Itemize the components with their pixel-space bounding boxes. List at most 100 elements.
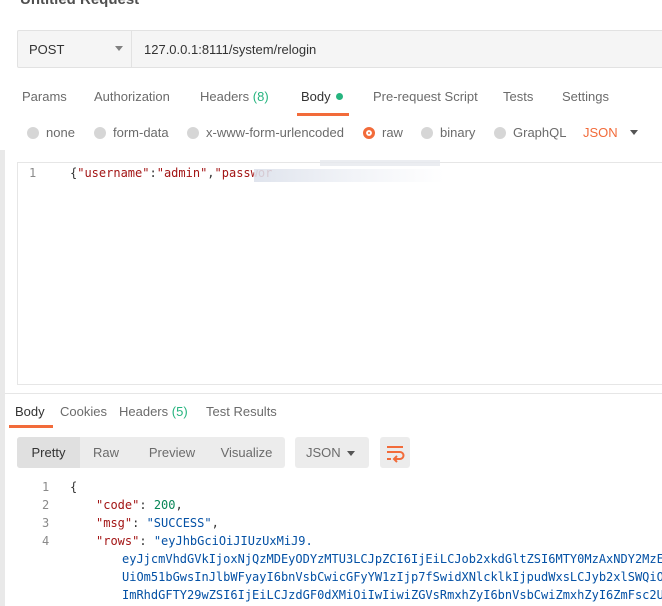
code-token: ImRhdGFTY29wZSI6IjEiLCJzdGF0dXMiOiIwIiwi… xyxy=(122,588,662,602)
chevron-down-icon xyxy=(629,130,638,135)
code-token: { xyxy=(70,480,78,494)
response-line: UiOm51bGwsInJlbWFyayI6bnVsbCwicGFyYW1zIj… xyxy=(122,570,662,584)
radio-circle-icon xyxy=(27,126,39,139)
response-format-select[interactable]: JSON xyxy=(295,437,369,468)
body-format-label: JSON xyxy=(583,125,618,140)
radio-graphql[interactable]: GraphQL xyxy=(494,125,566,140)
response-line: "code": 200, xyxy=(96,498,183,512)
tab-label: Cookies xyxy=(60,404,107,419)
code-token: 200 xyxy=(153,498,176,512)
radio-label: none xyxy=(46,125,75,140)
radio-circle-icon xyxy=(94,126,106,139)
code-token: : xyxy=(149,166,157,180)
tab-headers[interactable]: Headers (8) xyxy=(200,86,269,116)
tab-label: Body xyxy=(15,404,45,419)
format-label: JSON xyxy=(306,445,341,460)
radio-circle-icon xyxy=(494,126,506,139)
headers-count: (8) xyxy=(252,89,269,104)
code-token: "username" xyxy=(77,166,150,180)
method-select[interactable]: POST xyxy=(18,31,132,67)
tab-label: Headers xyxy=(119,404,169,419)
response-line: ImRhdGFTY29wZSI6IjEiLCJzdGF0dXMiOiIwIiwi… xyxy=(122,588,662,602)
radio-label: form-data xyxy=(113,125,169,140)
radio-raw[interactable]: raw xyxy=(363,125,403,140)
response-line: "msg": "SUCCESS", xyxy=(96,516,219,530)
code-token: "admin" xyxy=(156,166,208,180)
response-tabs: Body Cookies Headers (5) Test Results xyxy=(0,402,662,428)
line-number: 4 xyxy=(42,534,50,548)
request-body-line[interactable]: {"username":"admin","passwor xyxy=(70,166,272,180)
redacted-area xyxy=(254,169,444,182)
tab-body[interactable]: Body xyxy=(297,86,349,116)
view-raw-button[interactable]: Raw xyxy=(80,437,132,468)
request-body-editor[interactable] xyxy=(17,162,662,385)
line-number: 3 xyxy=(42,516,50,530)
headers-count: (5) xyxy=(171,404,188,419)
radio-circle-icon xyxy=(187,126,199,139)
code-token: "eyJhbGciOiJIUzUxMiJ9. xyxy=(153,534,313,548)
tab-label: Params xyxy=(22,89,67,104)
url-input[interactable]: 127.0.0.1:8111/system/relogin xyxy=(144,42,316,57)
line-number: 2 xyxy=(42,498,50,512)
modified-dot-icon xyxy=(335,93,343,100)
tab-pre-request-script[interactable]: Pre-request Script xyxy=(373,86,478,116)
tab-label: Tests xyxy=(503,89,534,104)
method-label: POST xyxy=(29,42,65,57)
button-label: Raw xyxy=(92,445,119,460)
code-token: eyJjcmVhdGVkIjoxNjQzMDEyODYzMTU3LCJpZCI6… xyxy=(122,552,662,566)
view-pretty-button[interactable]: Pretty xyxy=(17,437,80,468)
wrap-lines-icon xyxy=(387,446,405,463)
code-token: UiOm51bGwsInJlbWFyayI6bnVsbCwicGFyYW1zIj… xyxy=(122,570,662,584)
radio-label: GraphQL xyxy=(513,125,567,140)
response-line: "rows": "eyJhbGciOiJIUzUxMiJ9. xyxy=(96,534,313,548)
radio-binary[interactable]: binary xyxy=(421,125,475,140)
url-bar: POST 127.0.0.1:8111/system/relogin xyxy=(17,30,662,68)
button-label: Pretty xyxy=(31,445,66,460)
redacted-area xyxy=(320,160,440,166)
divider xyxy=(5,393,662,394)
code-token: "SUCCESS" xyxy=(146,516,212,530)
response-line: eyJjcmVhdGVkIjoxNjQzMDEyODYzMTU3LCJpZCI6… xyxy=(122,552,662,566)
response-tab-body[interactable]: Body xyxy=(9,402,53,428)
tab-label: Authorization xyxy=(94,89,170,104)
chevron-down-icon xyxy=(115,46,123,51)
tab-authorization[interactable]: Authorization xyxy=(94,86,170,116)
code-token: "rows" xyxy=(96,534,140,548)
response-tab-test-results[interactable]: Test Results xyxy=(206,402,277,428)
tab-label: Headers xyxy=(200,89,250,104)
button-label: Preview xyxy=(148,445,196,460)
view-mode-group: Pretty Raw Preview Visualize xyxy=(17,437,285,468)
tab-label: Pre-request Script xyxy=(373,89,478,104)
radio-label: x-www-form-urlencoded xyxy=(206,125,344,140)
code-token: "code" xyxy=(96,498,140,512)
view-visualize-button[interactable]: Visualize xyxy=(210,437,283,468)
view-preview-button[interactable]: Preview xyxy=(137,437,207,468)
response-line: { xyxy=(70,480,77,494)
radio-label: raw xyxy=(382,125,403,140)
left-panel-edge xyxy=(0,150,5,606)
code-token: "msg" xyxy=(96,516,133,530)
request-title[interactable]: Untitled Request xyxy=(20,0,139,8)
wrap-lines-button[interactable] xyxy=(380,437,410,468)
code-token: , xyxy=(207,166,215,180)
radio-x-www-form-urlencoded[interactable]: x-www-form-urlencoded xyxy=(187,125,344,140)
chevron-down-icon xyxy=(347,451,355,456)
radio-label: binary xyxy=(440,125,476,140)
radio-circle-icon xyxy=(421,126,433,139)
radio-none[interactable]: none xyxy=(27,125,75,140)
tab-tests[interactable]: Tests xyxy=(503,86,533,116)
radio-form-data[interactable]: form-data xyxy=(94,125,169,140)
tab-settings[interactable]: Settings xyxy=(562,86,609,116)
tab-label: Body xyxy=(301,89,331,104)
response-tab-cookies[interactable]: Cookies xyxy=(60,402,107,428)
line-number: 1 xyxy=(29,166,37,180)
body-format-select[interactable]: JSON xyxy=(583,125,638,140)
tab-label: Settings xyxy=(562,89,609,104)
response-tab-headers[interactable]: Headers (5) xyxy=(119,402,188,428)
button-label: Visualize xyxy=(220,445,273,460)
request-tabs: Params Authorization Headers (8) Body Pr… xyxy=(0,86,662,116)
body-type-options: none form-data x-www-form-urlencoded raw… xyxy=(0,120,662,146)
tab-params[interactable]: Params xyxy=(22,86,67,116)
line-number: 1 xyxy=(42,480,50,494)
tab-label: Test Results xyxy=(206,404,277,419)
